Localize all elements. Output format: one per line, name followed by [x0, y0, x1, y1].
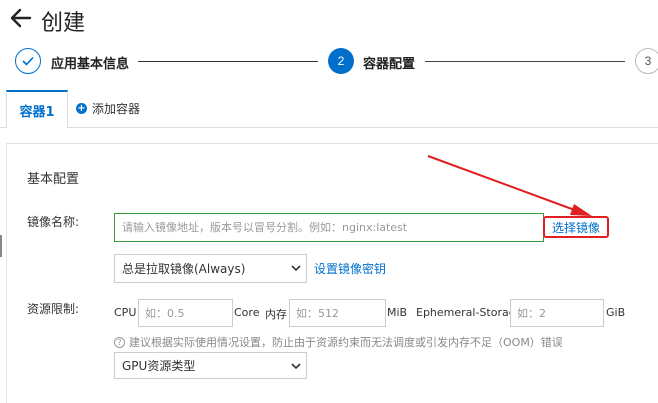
image-name-label: 镜像名称:	[27, 215, 80, 229]
memory-label: 内存	[265, 308, 287, 321]
resource-limit-label: 资源限制:	[27, 302, 80, 316]
ephemeral-storage-label: Ephemeral-Storage	[416, 306, 523, 319]
resource-hint-text: 建议根据实际使用情况设置，防止由于资源约束而无法调度或引发内存不足（OOM）错误	[129, 336, 563, 349]
scroll-indicator	[0, 235, 2, 257]
section-title-basic: 基本配置	[27, 172, 80, 187]
add-container-button[interactable]: + 添加容器	[76, 100, 140, 117]
memory-input[interactable]	[289, 299, 386, 327]
image-input[interactable]	[114, 213, 544, 242]
tab-container-1[interactable]: 容器1	[6, 90, 68, 129]
gpu-type-value: GPU资源类型	[122, 359, 196, 373]
set-image-secret-link[interactable]: 设置镜像密钥	[314, 260, 386, 277]
plus-circle-icon: +	[76, 103, 87, 114]
gpu-type-select[interactable]: GPU资源类型	[114, 352, 307, 379]
select-image-button[interactable]: 选择镜像	[543, 216, 609, 238]
check-icon	[22, 56, 34, 66]
chevron-down-icon	[291, 363, 301, 370]
pull-policy-select[interactable]: 总是拉取镜像(Always)	[114, 254, 307, 283]
pull-policy-value: 总是拉取镜像(Always)	[122, 262, 246, 276]
container-tabs: 容器1 + 添加容器	[0, 90, 658, 129]
question-icon: ?	[114, 336, 125, 348]
step-1-circle	[15, 48, 41, 74]
step-indicator: 应用基本信息 2 容器配置 3	[0, 45, 658, 77]
step-connector-2	[425, 61, 625, 62]
step-3-circle: 3	[635, 48, 658, 74]
chevron-down-icon	[291, 265, 301, 272]
cpu-input[interactable]	[138, 299, 233, 327]
back-arrow-icon[interactable]	[10, 8, 32, 28]
step-2-label: 容器配置	[363, 57, 416, 72]
step-connector-1	[138, 61, 318, 62]
step-2-circle: 2	[328, 48, 354, 74]
memory-unit: MiB	[387, 306, 408, 319]
ephemeral-storage-input[interactable]	[510, 299, 604, 327]
step-1-label: 应用基本信息	[51, 57, 130, 72]
ephemeral-storage-unit: GiB	[606, 306, 626, 319]
cpu-label: CPU	[114, 306, 137, 319]
page-title: 创建	[41, 11, 86, 36]
cpu-unit: Core	[234, 306, 260, 319]
add-container-label: 添加容器	[92, 102, 141, 116]
page-header: 创建	[0, 0, 658, 40]
resource-hint: ? 建议根据实际使用情况设置，防止由于资源约束而无法调度或引发内存不足（OOM）…	[114, 334, 563, 350]
